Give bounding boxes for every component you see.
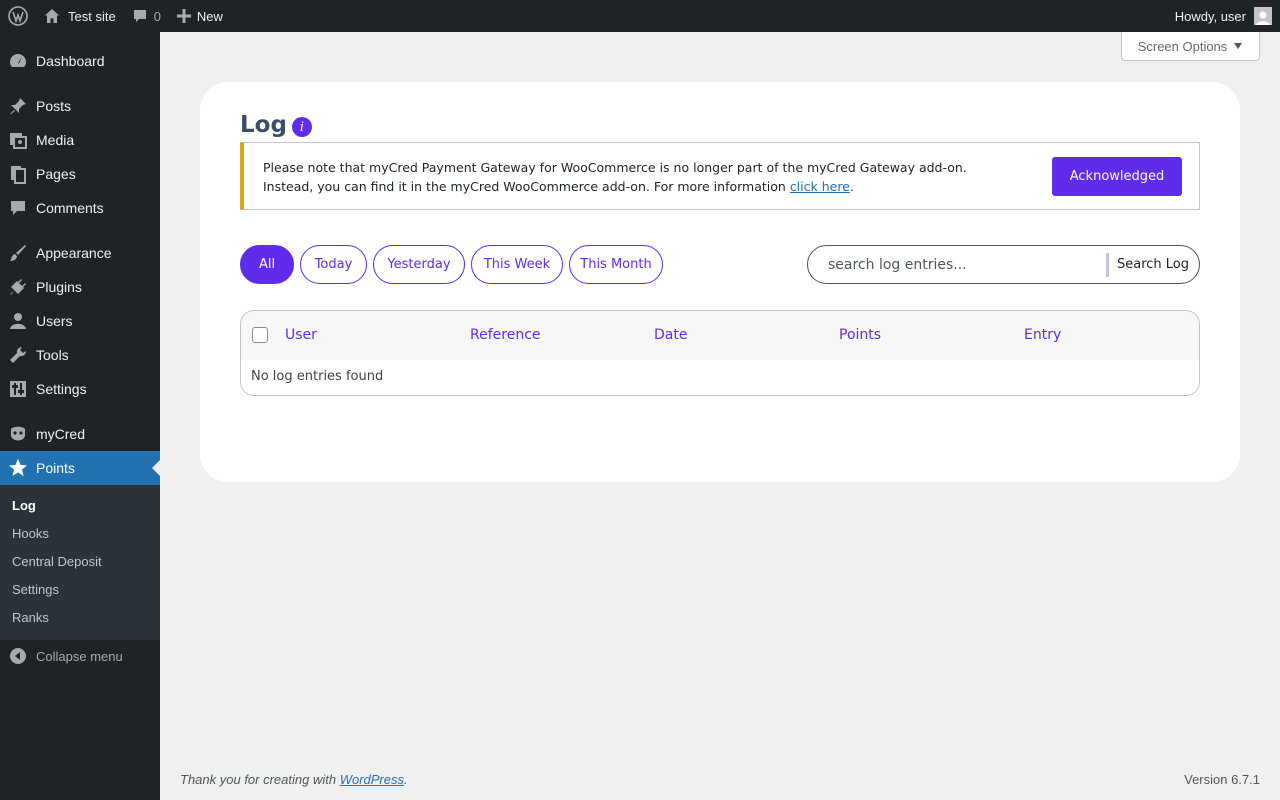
filter-today[interactable]: Today: [300, 245, 367, 284]
notice-line-2: Instead, you can find it in the myCred W…: [263, 179, 786, 194]
gateway-notice: Please note that myCred Payment Gateway …: [240, 142, 1200, 210]
sidebar-item-media[interactable]: Media: [0, 123, 160, 157]
brush-icon: [0, 243, 36, 263]
pages-icon: [0, 164, 36, 184]
site-name: Test site: [68, 8, 116, 24]
submenu-item-central-deposit[interactable]: Central Deposit: [12, 554, 102, 569]
log-table: User Reference Date Points Entry No log …: [240, 310, 1200, 396]
site-name-link[interactable]: Test site: [36, 0, 124, 32]
collapse-arrow-icon: [0, 647, 36, 665]
pin-icon: [0, 96, 36, 116]
sidebar-item-users[interactable]: Users: [0, 304, 160, 338]
column-reference[interactable]: Reference: [470, 327, 541, 343]
sidebar-item-mycred[interactable]: myCred: [0, 417, 160, 451]
table-header: User Reference Date Points Entry: [241, 311, 1199, 360]
new-content-link[interactable]: New: [169, 0, 231, 32]
sidebar-item-label: Plugins: [36, 279, 82, 295]
comment-bubble-icon: [132, 8, 148, 24]
search-box: Search Log: [807, 245, 1200, 284]
comments-link[interactable]: 0: [124, 0, 169, 32]
sidebar-item-posts[interactable]: Posts: [0, 89, 160, 123]
media-icon: [0, 130, 36, 150]
wordpress-logo-icon[interactable]: [0, 0, 36, 32]
footer-end: .: [404, 772, 408, 787]
collapse-menu-button[interactable]: Collapse menu: [0, 644, 160, 668]
howdy-text: Howdy, user: [1174, 8, 1246, 24]
dashboard-icon: [0, 51, 36, 71]
sidebar-item-appearance[interactable]: Appearance: [0, 236, 160, 270]
footer-version: Version 6.7.1: [1184, 772, 1260, 787]
user-icon: [0, 311, 36, 331]
column-date[interactable]: Date: [654, 327, 687, 343]
empty-table-message: No log entries found: [251, 369, 384, 384]
plug-icon: [0, 277, 36, 297]
admin-sidebar: Dashboard Posts Media Pages Comments App…: [0, 32, 160, 800]
info-icon[interactable]: i: [292, 117, 312, 137]
sidebar-item-label: Pages: [36, 166, 76, 182]
comments-count: 0: [153, 8, 161, 24]
column-entry[interactable]: Entry: [1024, 327, 1061, 343]
submenu-item-ranks[interactable]: Ranks: [12, 610, 49, 625]
search-input[interactable]: [808, 249, 1106, 280]
notice-line-1: Please note that myCred Payment Gateway …: [263, 160, 967, 175]
sidebar-item-comments[interactable]: Comments: [0, 191, 160, 225]
new-label: New: [196, 8, 223, 24]
sidebar-item-dashboard[interactable]: Dashboard: [0, 44, 160, 78]
filter-this-month[interactable]: This Month: [569, 245, 663, 284]
sidebar-item-label: Settings: [36, 381, 87, 397]
submenu-item-hooks[interactable]: Hooks: [12, 526, 49, 541]
plus-icon: [176, 9, 191, 23]
sidebar-item-label: Users: [36, 313, 73, 329]
filter-yesterday[interactable]: Yesterday: [373, 245, 465, 284]
notice-text: Please note that myCred Payment Gateway …: [263, 158, 1033, 196]
sidebar-item-label: Appearance: [36, 245, 112, 261]
sidebar-item-label: myCred: [36, 426, 86, 442]
column-user[interactable]: User: [285, 327, 317, 343]
avatar: [1254, 7, 1272, 25]
admin-bar: Test site 0 New Howdy, user: [0, 0, 1280, 32]
log-card: Log i Please note that myCred Payment Ga…: [200, 82, 1240, 482]
collapse-menu-label: Collapse menu: [36, 648, 123, 664]
wrench-icon: [0, 345, 36, 365]
sidebar-item-pages[interactable]: Pages: [0, 157, 160, 191]
home-icon: [44, 8, 60, 24]
mycred-icon: [0, 424, 36, 444]
sidebar-item-label: Points: [36, 460, 75, 476]
column-points[interactable]: Points: [839, 327, 881, 343]
points-submenu: Log Hooks Central Deposit Settings Ranks: [0, 485, 160, 640]
sidebar-item-points[interactable]: Points: [0, 451, 160, 485]
filter-this-week[interactable]: This Week: [471, 245, 563, 284]
sidebar-item-plugins[interactable]: Plugins: [0, 270, 160, 304]
screen-options-button[interactable]: Screen Options: [1121, 32, 1260, 61]
comment-icon: [0, 198, 36, 218]
sidebar-item-label: Posts: [36, 98, 72, 114]
select-all-checkbox[interactable]: [252, 327, 268, 343]
sidebar-item-label: Dashboard: [36, 53, 105, 69]
acknowledged-button[interactable]: Acknowledged: [1052, 157, 1182, 196]
submenu-item-log[interactable]: Log: [12, 498, 36, 513]
page-title: Log: [240, 112, 287, 138]
notice-end: .: [849, 179, 854, 194]
footer-thanks-text: Thank you for creating with: [180, 772, 337, 787]
footer-thanks: Thank you for creating with WordPress.: [180, 772, 408, 787]
caret-down-icon: [1233, 42, 1243, 50]
my-account-link[interactable]: Howdy, user: [1175, 0, 1272, 32]
sliders-icon: [0, 379, 36, 399]
filter-all[interactable]: All: [240, 245, 294, 284]
sidebar-item-label: Tools: [36, 347, 69, 363]
search-log-button[interactable]: Search Log: [1109, 257, 1189, 272]
sidebar-item-label: Media: [36, 132, 75, 148]
click-here-link[interactable]: click here: [790, 179, 850, 194]
submenu-item-settings[interactable]: Settings: [12, 582, 59, 597]
screen-options-label: Screen Options: [1137, 38, 1228, 54]
wordpress-link[interactable]: WordPress: [340, 772, 404, 787]
sidebar-item-tools[interactable]: Tools: [0, 338, 160, 372]
sidebar-item-settings[interactable]: Settings: [0, 372, 160, 406]
sidebar-item-label: Comments: [36, 200, 104, 216]
star-icon: [0, 458, 36, 478]
